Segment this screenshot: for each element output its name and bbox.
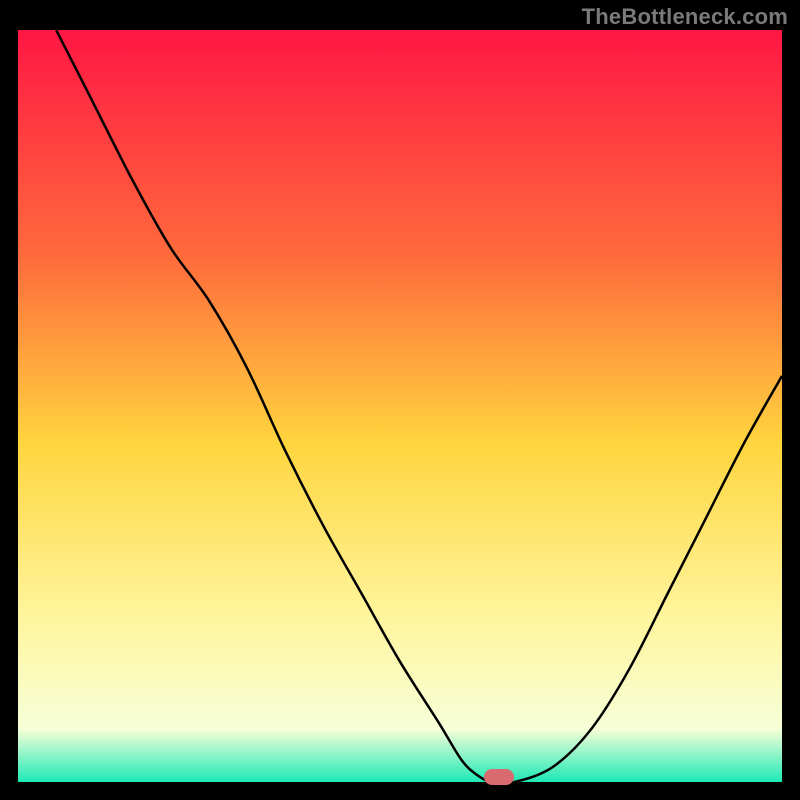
- background-rect: [18, 30, 782, 782]
- chart-frame: TheBottleneck.com: [0, 0, 800, 800]
- watermark-text: TheBottleneck.com: [582, 4, 788, 30]
- optimum-marker: [484, 769, 514, 785]
- chart-svg: [18, 30, 782, 782]
- plot-area: [18, 30, 782, 782]
